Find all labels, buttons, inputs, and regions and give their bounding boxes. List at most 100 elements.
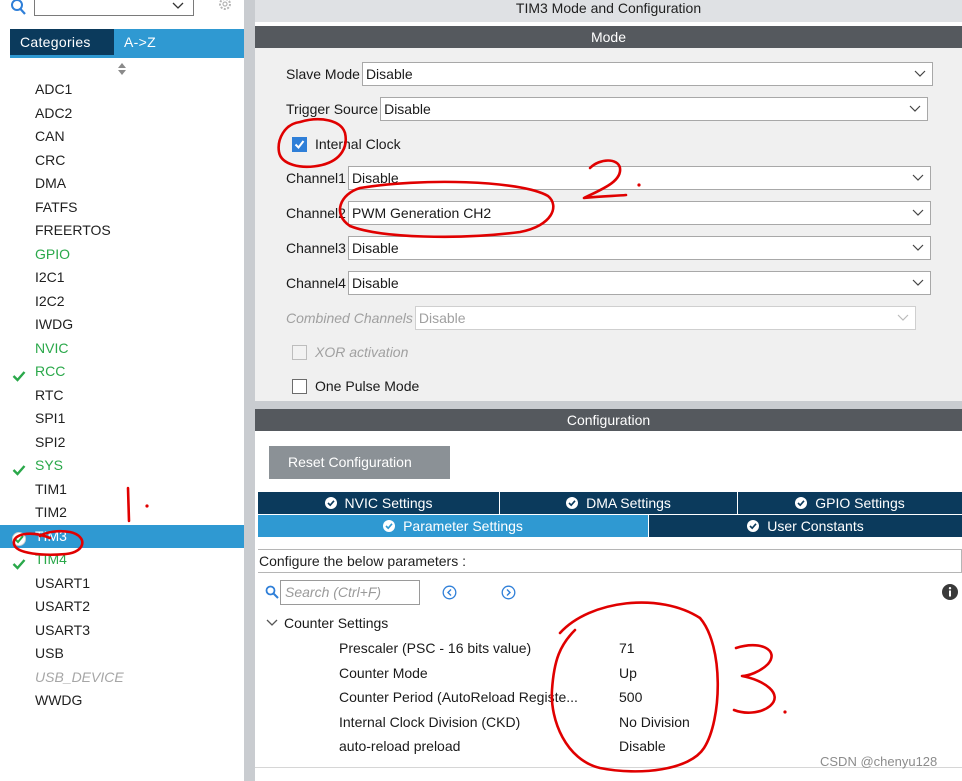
trigger-source-value: Disable: [384, 101, 431, 117]
watermark: CSDN @chenyu128: [820, 754, 938, 769]
sidebar-item-label: SPI2: [35, 433, 66, 450]
gear-icon[interactable]: [216, 0, 234, 14]
sidebar-item-dma[interactable]: DMA: [0, 172, 244, 196]
xor-activation-row: XOR activation: [292, 340, 410, 364]
parameter-value[interactable]: No Division: [619, 710, 690, 734]
counter-settings-label: Counter Settings: [284, 615, 389, 631]
slave-mode-label: Slave Mode: [286, 66, 360, 82]
chevron-down-icon[interactable]: [171, 0, 185, 14]
check-icon: [12, 460, 26, 476]
channel4-select[interactable]: Disable: [347, 271, 931, 295]
internal-clock-label: Internal Clock: [315, 136, 401, 152]
sidebar-item-label: TIM4: [35, 551, 67, 567]
check-circle-icon: [324, 497, 337, 509]
sidebar-item-rtc[interactable]: RTC: [0, 384, 244, 408]
channel3-select[interactable]: Disable: [347, 236, 931, 260]
channel1-row: Channel1 Disable: [286, 166, 931, 190]
vertical-splitter[interactable]: [244, 0, 255, 781]
sidebar-item-usb-device[interactable]: USB_DEVICE: [0, 666, 244, 690]
sidebar-item-usart1[interactable]: USART1: [0, 572, 244, 596]
tab-nvic-settings[interactable]: NVIC Settings: [258, 492, 499, 514]
info-icon[interactable]: [942, 584, 958, 600]
xor-activation-label: XOR activation: [315, 344, 409, 360]
channel1-select[interactable]: Disable: [347, 166, 931, 190]
tab-gpio-label: GPIO Settings: [815, 495, 905, 511]
sidebar-item-iwdg[interactable]: IWDG: [0, 313, 244, 337]
sidebar-item-nvic[interactable]: NVIC: [0, 337, 244, 361]
parameter-value[interactable]: 71: [619, 636, 635, 660]
slave-mode-row: Slave Mode Disable: [286, 62, 933, 86]
channel2-row: Channel2 PWM Generation CH2: [286, 201, 931, 225]
next-result-icon[interactable]: [501, 585, 516, 600]
slave-mode-select[interactable]: Disable: [361, 62, 933, 86]
sidebar-item-sys[interactable]: SYS: [0, 454, 244, 478]
sidebar-item-label: CRC: [35, 151, 66, 168]
parameter-row[interactable]: Internal Clock Division (CKD) No Division: [339, 710, 959, 734]
sidebar-item-gpio[interactable]: GPIO: [0, 243, 244, 267]
sidebar-item-adc2[interactable]: ADC2: [0, 102, 244, 126]
search-icon[interactable]: [10, 0, 28, 16]
channel1-value: Disable: [351, 170, 399, 186]
tab-a-to-z[interactable]: A->Z: [114, 29, 244, 55]
tab-categories[interactable]: Categories: [10, 29, 114, 55]
sidebar-item-usart2[interactable]: USART2: [0, 595, 244, 619]
sort-icon[interactable]: [117, 62, 127, 76]
xor-activation-checkbox[interactable]: [292, 344, 307, 360]
sidebar-item-tim3[interactable]: TIM3: [0, 524, 244, 548]
trigger-source-select[interactable]: Disable: [380, 97, 929, 121]
channel4-value: Disable: [351, 275, 399, 291]
tab-gpio-settings[interactable]: GPIO Settings: [738, 492, 962, 514]
horizontal-splitter[interactable]: [255, 401, 962, 409]
tab-user-constants[interactable]: User Constants: [649, 515, 962, 537]
sidebar-item-spi2[interactable]: SPI2: [0, 431, 244, 455]
sidebar-item-rcc[interactable]: RCC: [0, 360, 244, 384]
sidebar-item-usb[interactable]: USB: [0, 642, 244, 666]
channel2-select[interactable]: PWM Generation CH2: [347, 201, 931, 225]
sidebar-item-usart3[interactable]: USART3: [0, 619, 244, 643]
sidebar-item-fatfs[interactable]: FATFS: [0, 196, 244, 220]
sidebar-item-adc1[interactable]: ADC1: [0, 78, 244, 102]
sidebar-item-label: RTC: [35, 386, 64, 403]
sidebar-item-can[interactable]: CAN: [0, 125, 244, 149]
parameter-value[interactable]: Up: [619, 661, 637, 685]
left-toolbar: [0, 0, 244, 26]
parameter-row[interactable]: Counter Mode Up: [339, 661, 959, 685]
peripheral-panel: Categories A->Z ADC1 ADC2 CAN CRC DMA FATFS FR…: [0, 0, 244, 781]
parameter-name: Internal Clock Division (CKD): [339, 713, 521, 730]
channel3-label: Channel3: [286, 240, 346, 256]
combined-channels-select[interactable]: Disable: [414, 306, 916, 330]
sidebar-item-crc[interactable]: CRC: [0, 149, 244, 173]
sidebar-item-tim2[interactable]: TIM2: [0, 501, 244, 525]
sidebar-item-i2c2[interactable]: I2C2: [0, 290, 244, 314]
sidebar-item-freertos[interactable]: FREERTOS: [0, 219, 244, 243]
one-pulse-row: One Pulse Mode: [292, 374, 421, 398]
sidebar-item-label: WWDG: [35, 692, 83, 708]
parameter-search-input[interactable]: Search (Ctrl+F): [280, 580, 420, 605]
parameter-row[interactable]: Counter Period (AutoReload Registe... 500: [339, 685, 959, 709]
reset-configuration-button[interactable]: Reset Configuration: [269, 446, 450, 479]
peripheral-list: ADC1 ADC2 CAN CRC DMA FATFS FREERTOS GPIO I2C1 I2…: [0, 78, 244, 713]
one-pulse-checkbox[interactable]: [292, 378, 307, 394]
sidebar-item-i2c1[interactable]: I2C1: [0, 266, 244, 290]
sidebar-item-tim4[interactable]: TIM4: [0, 548, 244, 572]
one-pulse-label: One Pulse Mode: [315, 378, 420, 394]
sidebar-item-wwdg[interactable]: WWDG: [0, 689, 244, 713]
parameter-value[interactable]: Disable: [619, 734, 666, 758]
counter-settings-group[interactable]: Counter Settings: [266, 612, 388, 634]
search-icon[interactable]: [265, 585, 279, 599]
peripheral-search-input[interactable]: [34, 0, 194, 16]
tab-dma-settings[interactable]: DMA Settings: [500, 492, 737, 514]
previous-result-icon[interactable]: [442, 585, 457, 600]
sidebar-item-label: ADC1: [35, 81, 73, 97]
check-circle-icon: [795, 497, 808, 509]
sidebar-item-spi1[interactable]: SPI1: [0, 407, 244, 431]
sidebar-item-label: FREERTOS: [35, 222, 111, 238]
tab-parameter-settings[interactable]: Parameter Settings: [258, 515, 648, 537]
parameter-row[interactable]: Prescaler (PSC - 16 bits value) 71: [339, 636, 959, 660]
internal-clock-checkbox[interactable]: [292, 136, 307, 152]
trigger-source-row: Trigger Source Disable: [286, 97, 929, 121]
sidebar-item-tim1[interactable]: TIM1: [0, 478, 244, 502]
parameter-value[interactable]: 500: [619, 685, 642, 709]
mode-config-panel: TIM3 Mode and Configuration Mode Slave M…: [255, 0, 962, 781]
sidebar-item-label: DMA: [35, 175, 67, 191]
